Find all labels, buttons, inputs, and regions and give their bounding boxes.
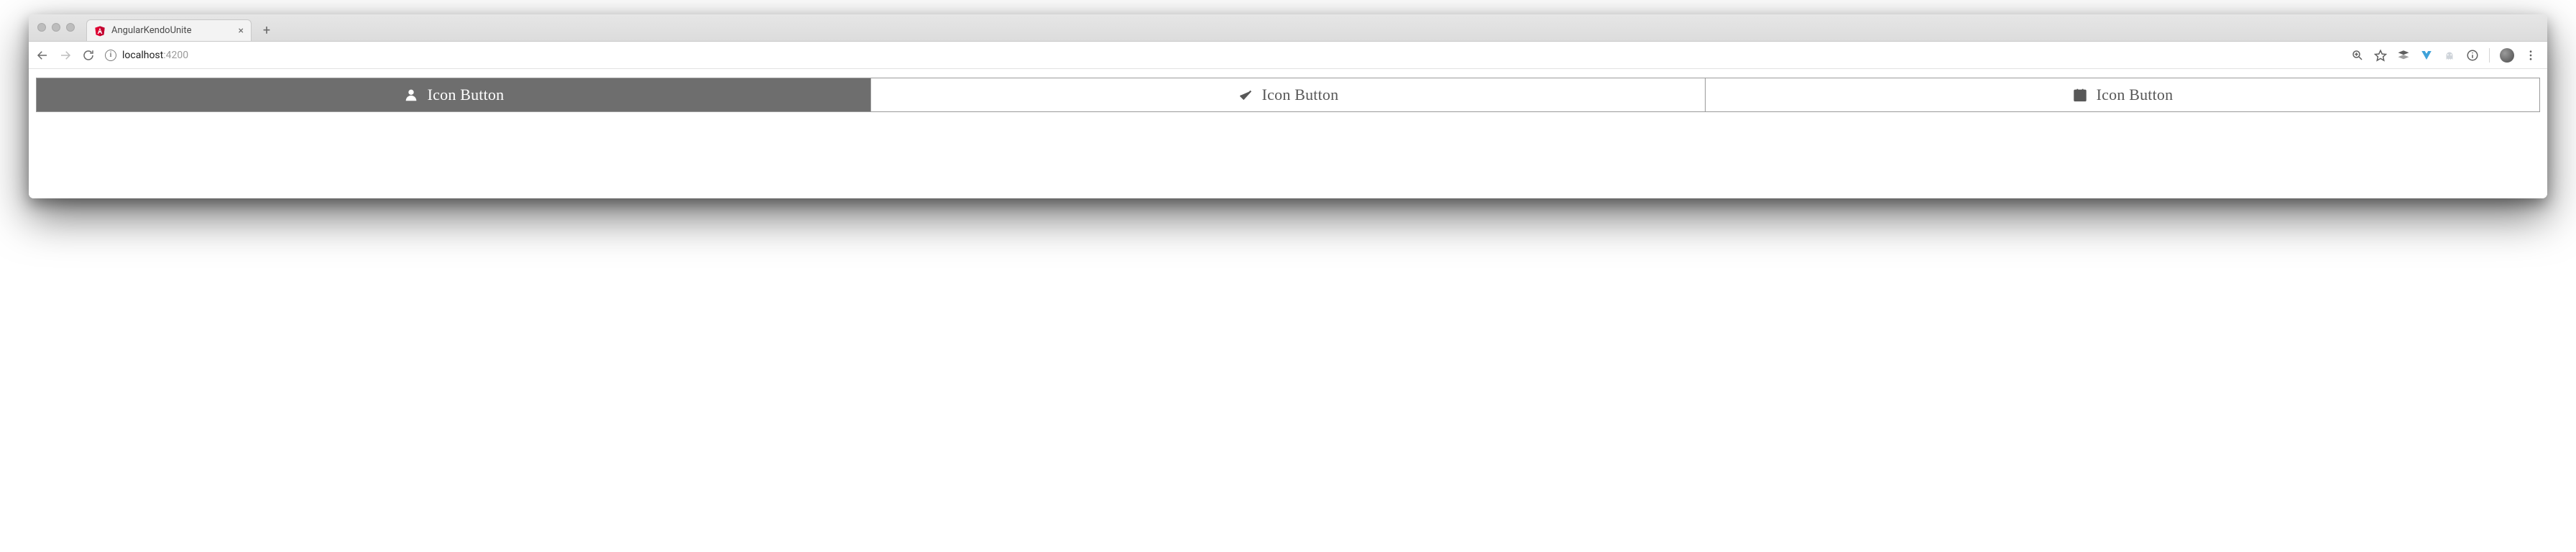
window-close-dot[interactable] — [37, 23, 46, 32]
browser-tab[interactable]: AngularKendoUnite × — [86, 19, 252, 41]
icon-button-user[interactable]: Icon Button — [37, 78, 870, 111]
tab-close-icon[interactable]: × — [239, 26, 244, 36]
icon-button-label: Icon Button — [1262, 86, 1339, 104]
profile-avatar[interactable] — [2500, 48, 2514, 63]
extension-vue-icon[interactable] — [2420, 49, 2433, 62]
back-button[interactable] — [36, 49, 49, 62]
page-content: Icon Button Icon Button Icon Button — [29, 69, 2547, 198]
icon-button-label: Icon Button — [428, 86, 505, 104]
check-icon — [1238, 87, 1254, 103]
forward-button[interactable] — [59, 49, 72, 62]
angular-icon — [94, 25, 106, 37]
calendar-icon — [2072, 87, 2088, 103]
user-icon — [403, 87, 419, 103]
toolbar-separator — [2489, 48, 2490, 63]
extension-info-icon[interactable] — [2466, 49, 2479, 62]
extension-ghost-icon[interactable] — [2443, 49, 2456, 62]
url-host: localhost — [122, 50, 163, 61]
titlebar: AngularKendoUnite × + — [29, 14, 2547, 42]
reload-button[interactable] — [82, 49, 95, 62]
url-port: :4200 — [163, 50, 188, 61]
zoom-icon[interactable] — [2351, 49, 2364, 62]
window-minimize-dot[interactable] — [52, 23, 60, 32]
tab-title: AngularKendoUnite — [111, 25, 192, 36]
bookmark-star-icon[interactable] — [2374, 49, 2387, 62]
icon-button-label: Icon Button — [2097, 86, 2174, 104]
site-info-icon[interactable]: i — [105, 50, 116, 61]
icon-button-calendar[interactable]: Icon Button — [1705, 78, 2539, 111]
window-zoom-dot[interactable] — [66, 23, 75, 32]
browser-window: AngularKendoUnite × + i localhost:4200 — [29, 14, 2547, 198]
url-field[interactable]: i localhost:4200 — [105, 50, 2341, 61]
icon-button-check[interactable]: Icon Button — [870, 78, 1705, 111]
new-tab-button[interactable]: + — [256, 19, 277, 41]
icon-button-group: Icon Button Icon Button Icon Button — [36, 78, 2540, 112]
window-controls — [37, 23, 75, 32]
toolbar-right — [2351, 48, 2540, 63]
kebab-menu-icon[interactable] — [2524, 49, 2537, 62]
extension-stack-icon[interactable] — [2397, 49, 2410, 62]
address-bar: i localhost:4200 — [29, 42, 2547, 69]
